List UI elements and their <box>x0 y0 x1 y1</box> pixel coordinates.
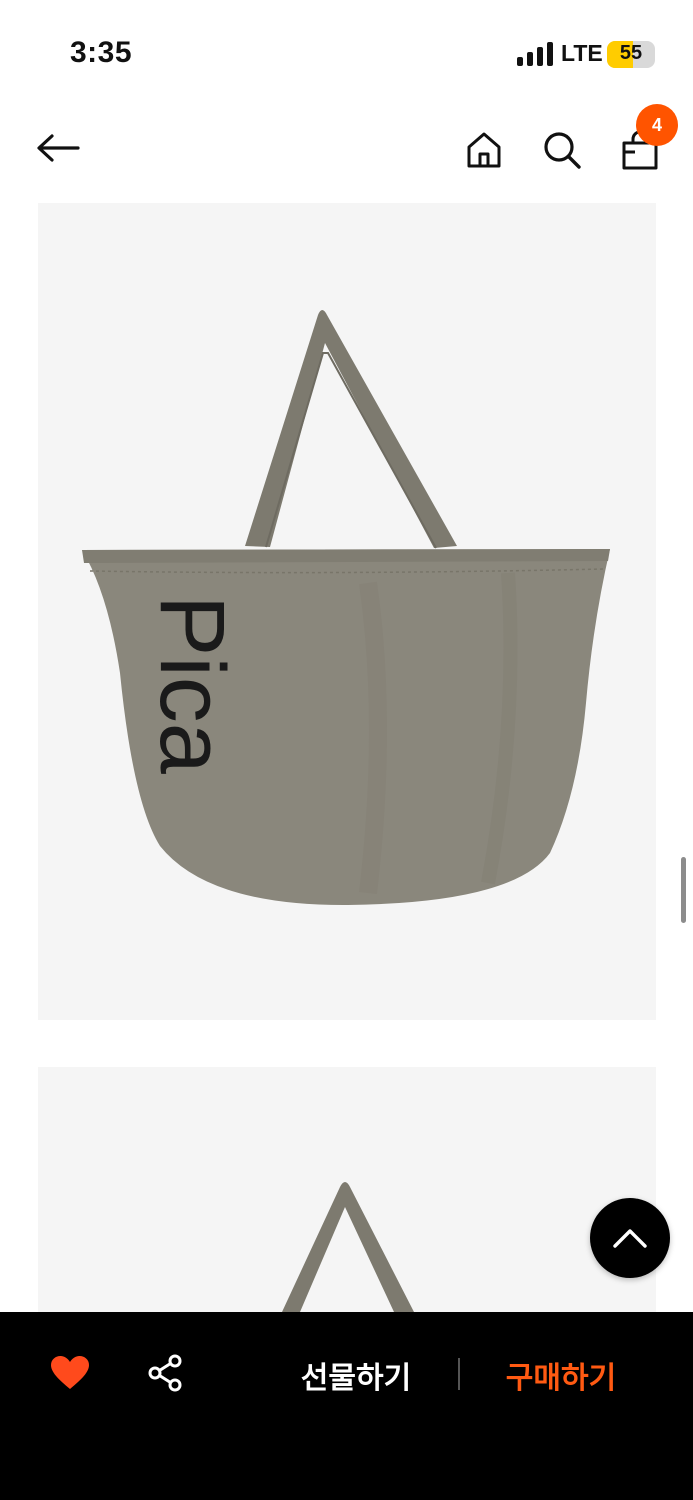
bottom-action-bar: 선물하기 구매하기 <box>0 1312 693 1500</box>
bag-print-text: Pica <box>141 595 243 775</box>
share-icon <box>148 1354 182 1392</box>
status-time: 3:35 <box>70 36 133 69</box>
signal-strength-icon <box>517 42 555 66</box>
chevron-up-icon <box>613 1229 647 1248</box>
gift-button[interactable]: 선물하기 <box>285 1350 427 1400</box>
buy-button[interactable]: 구매하기 <box>490 1350 632 1400</box>
product-image-secondary[interactable] <box>38 1067 656 1312</box>
divider <box>458 1358 460 1390</box>
cart-count-badge: 4 <box>636 104 678 146</box>
share-button[interactable] <box>142 1350 188 1396</box>
back-button[interactable] <box>30 124 86 172</box>
like-button[interactable] <box>46 1350 94 1396</box>
network-type: LTE <box>561 40 603 66</box>
product-image[interactable]: Pica <box>38 203 656 1020</box>
tote-bag-image: Pica <box>82 310 610 906</box>
search-icon <box>544 132 581 169</box>
battery-icon: 55 <box>607 41 655 68</box>
search-button[interactable] <box>536 124 588 176</box>
home-button[interactable] <box>458 124 510 176</box>
home-icon <box>467 132 501 168</box>
heart-icon <box>51 1356 89 1389</box>
scroll-to-top-button[interactable] <box>590 1198 670 1278</box>
status-bar: 3:35 LTE 55 <box>0 0 693 100</box>
back-arrow-icon <box>37 134 80 162</box>
top-navigation <box>0 100 693 200</box>
battery-level: 55 <box>619 42 643 64</box>
tote-bag-image <box>282 1182 414 1312</box>
scroll-indicator[interactable] <box>681 857 686 923</box>
